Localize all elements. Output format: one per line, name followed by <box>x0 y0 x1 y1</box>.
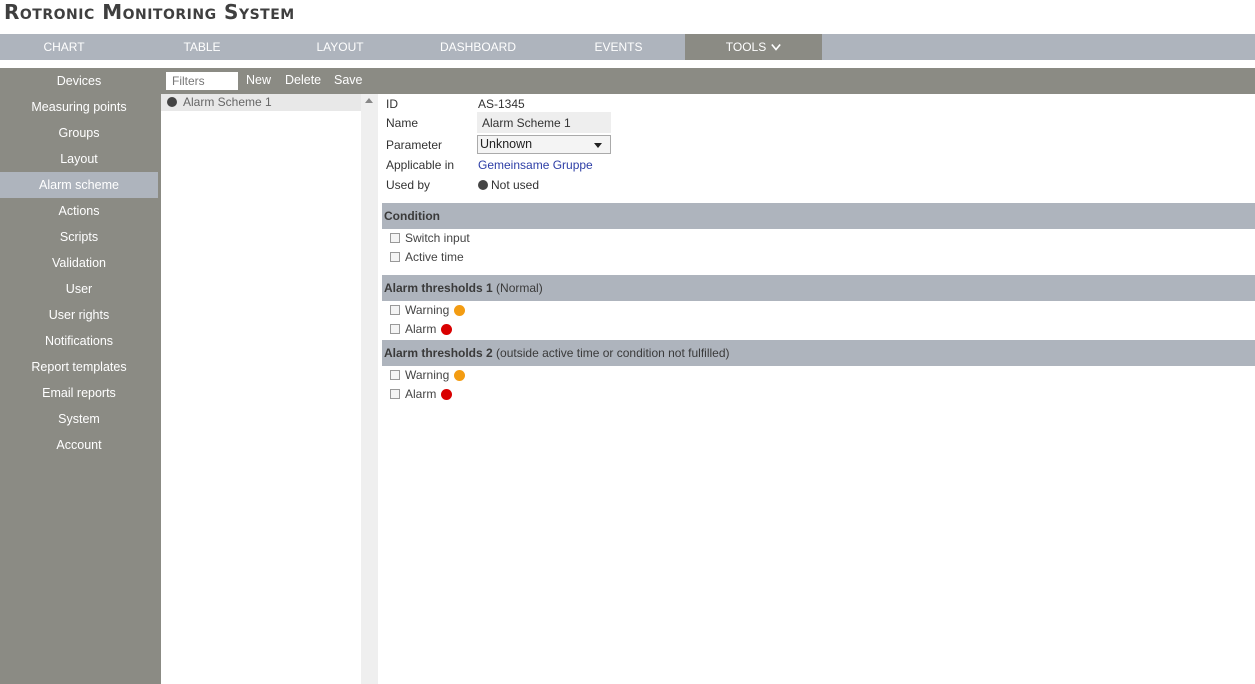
parameter-selected-value: Unknown <box>480 137 533 151</box>
nav-tools-label: TOOLS <box>725 40 767 54</box>
sidebar-item-account[interactable]: Account <box>0 432 158 458</box>
alarm-dot-icon <box>441 323 453 335</box>
status-dot-icon <box>478 180 488 190</box>
parameter-select[interactable]: Unknown <box>477 135 611 154</box>
switch-input-label: Switch input <box>405 231 470 245</box>
delete-button[interactable]: Delete <box>285 68 321 94</box>
used-by-text: Not used <box>491 178 540 192</box>
thresholds2-section-header: Alarm thresholds 2 (outside active time … <box>382 340 1255 366</box>
save-button[interactable]: Save <box>334 68 363 94</box>
sidebar-item-user-rights[interactable]: User rights <box>0 302 158 328</box>
thresholds2-warning-checkbox[interactable] <box>390 370 400 380</box>
chevron-down-icon <box>771 43 782 51</box>
name-field[interactable] <box>477 112 611 133</box>
name-label: Name <box>386 116 419 130</box>
nav-table[interactable]: TABLE <box>128 34 276 60</box>
thresholds1-warning-row: Warning <box>390 302 466 318</box>
nav-tools[interactable]: TOOLS <box>685 34 822 60</box>
id-value: AS-1345 <box>478 97 525 111</box>
dropdown-arrow-icon <box>594 143 602 148</box>
sidebar-item-report-templates[interactable]: Report templates <box>0 354 158 380</box>
sidebar-item-groups[interactable]: Groups <box>0 120 158 146</box>
sidebar-item-notifications[interactable]: Notifications <box>0 328 158 354</box>
alarm-dot-icon <box>441 388 453 400</box>
thresholds1-section-header: Alarm thresholds 1 (Normal) <box>382 275 1255 301</box>
nav-chart[interactable]: CHART <box>0 34 128 60</box>
sidebar: Devices Measuring points Groups Layout A… <box>0 68 161 684</box>
thresholds1-warning-checkbox[interactable] <box>390 305 400 315</box>
sidebar-item-user[interactable]: User <box>0 276 158 302</box>
used-by-value: Not used <box>478 178 539 192</box>
thresholds2-warning-label: Warning <box>405 368 450 382</box>
app-title: Rotronic Monitoring System <box>4 0 295 24</box>
switch-input-checkbox[interactable] <box>390 233 400 243</box>
toolbar: New Delete Save <box>161 68 1255 94</box>
id-label: ID <box>386 97 398 111</box>
sidebar-item-devices[interactable]: Devices <box>0 68 158 94</box>
new-button[interactable]: New <box>246 68 271 94</box>
thresholds2-alarm-label: Alarm <box>405 387 437 401</box>
warning-dot-icon <box>454 369 466 381</box>
thresholds2-warning-row: Warning <box>390 367 466 383</box>
active-time-row: Active time <box>390 249 464 265</box>
thresholds2-alarm-row: Alarm <box>390 386 453 402</box>
thresholds1-subtitle: (Normal) <box>496 281 543 295</box>
detail-panel: ID AS-1345 Name Parameter Unknown Applic… <box>378 94 1255 684</box>
active-time-label: Active time <box>405 250 464 264</box>
applicable-link[interactable]: Gemeinsame Gruppe <box>478 158 593 172</box>
condition-section-header: Condition <box>382 203 1255 229</box>
sidebar-item-validation[interactable]: Validation <box>0 250 158 276</box>
thresholds1-alarm-row: Alarm <box>390 321 453 337</box>
thresholds1-alarm-label: Alarm <box>405 322 437 336</box>
filter-input[interactable] <box>166 72 238 90</box>
nav-layout[interactable]: LAYOUT <box>276 34 404 60</box>
applicable-label: Applicable in <box>386 158 455 172</box>
thresholds2-title: Alarm thresholds 2 <box>384 346 493 360</box>
active-time-checkbox[interactable] <box>390 252 400 262</box>
sidebar-item-alarm-scheme[interactable]: Alarm scheme <box>0 172 158 198</box>
scroll-up-icon[interactable] <box>365 98 373 103</box>
thresholds1-title: Alarm thresholds 1 <box>384 281 493 295</box>
sidebar-item-system[interactable]: System <box>0 406 158 432</box>
condition-title: Condition <box>384 209 440 223</box>
used-by-label: Used by <box>386 178 431 192</box>
nav-dashboard[interactable]: DASHBOARD <box>404 34 552 60</box>
scrollbar[interactable] <box>361 94 378 684</box>
scheme-list: Alarm Scheme 1 <box>161 94 361 684</box>
nav-events[interactable]: EVENTS <box>552 34 685 60</box>
parameter-label: Parameter <box>386 138 443 152</box>
sidebar-item-scripts[interactable]: Scripts <box>0 224 158 250</box>
sidebar-item-layout[interactable]: Layout <box>0 146 158 172</box>
list-item-label: Alarm Scheme 1 <box>183 95 272 109</box>
thresholds1-alarm-checkbox[interactable] <box>390 324 400 334</box>
top-navigation: CHART TABLE LAYOUT DASHBOARD EVENTS TOOL… <box>0 34 1255 60</box>
thresholds2-subtitle: (outside active time or condition not fu… <box>496 346 730 360</box>
switch-input-row: Switch input <box>390 230 470 246</box>
thresholds1-warning-label: Warning <box>405 303 450 317</box>
warning-dot-icon <box>454 304 466 316</box>
sidebar-item-actions[interactable]: Actions <box>0 198 158 224</box>
status-dot-icon <box>167 97 177 107</box>
thresholds2-alarm-checkbox[interactable] <box>390 389 400 399</box>
sidebar-item-measuring-points[interactable]: Measuring points <box>0 94 158 120</box>
list-item[interactable]: Alarm Scheme 1 <box>161 94 361 111</box>
sidebar-item-email-reports[interactable]: Email reports <box>0 380 158 406</box>
